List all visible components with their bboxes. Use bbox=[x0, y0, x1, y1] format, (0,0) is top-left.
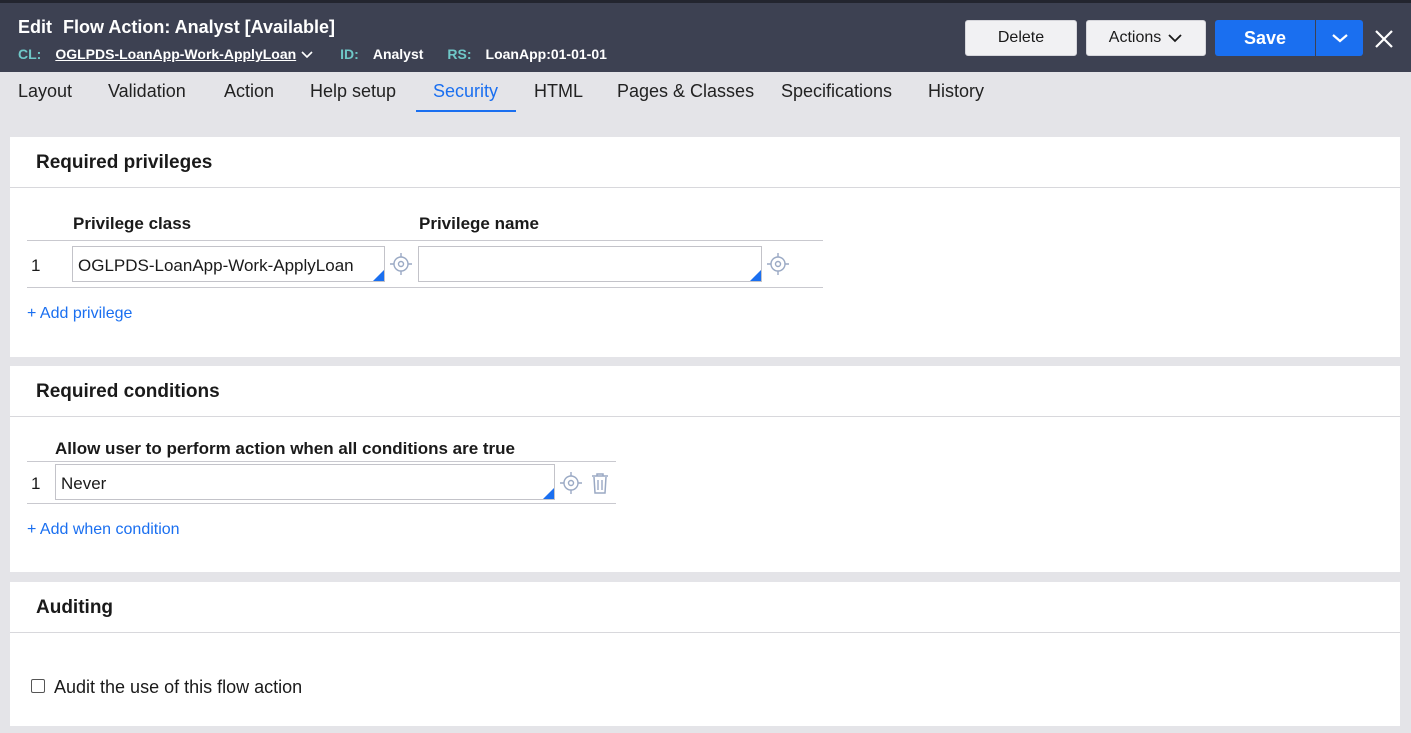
target-icon[interactable] bbox=[766, 252, 790, 276]
delete-label: Delete bbox=[997, 29, 1045, 46]
id-key: ID: bbox=[340, 46, 359, 62]
save-label: Save bbox=[1243, 27, 1287, 48]
target-icon[interactable] bbox=[559, 471, 583, 495]
when-condition-field[interactable]: Never bbox=[55, 464, 555, 500]
required-privileges-section: Required privileges Privilege class Priv… bbox=[10, 137, 1400, 357]
close-icon[interactable] bbox=[1372, 27, 1396, 51]
tab-help-setup[interactable]: Help setup bbox=[310, 81, 396, 112]
section-title: Required privileges bbox=[36, 152, 213, 173]
row-number: 1 bbox=[31, 474, 41, 493]
smart-prompt-corner bbox=[373, 270, 384, 281]
trash-icon[interactable] bbox=[588, 471, 612, 495]
smart-prompt-corner bbox=[543, 488, 554, 499]
required-conditions-section: Required conditions Allow user to perfor… bbox=[10, 366, 1400, 572]
table-header-rule bbox=[27, 240, 823, 241]
rule-title-text: Flow Action: Analyst [Available] bbox=[63, 17, 336, 37]
privilege-class-field[interactable]: OGLPDS-LoanApp-Work-ApplyLoan bbox=[72, 246, 385, 282]
privilege-name-header: Privilege name bbox=[419, 214, 540, 233]
delete-button[interactable]: Delete bbox=[965, 20, 1077, 56]
section-divider bbox=[10, 632, 1400, 633]
section-divider bbox=[10, 187, 1400, 188]
rs-value: LoanApp:01-01-01 bbox=[485, 46, 607, 62]
tab-specifications[interactable]: Specifications bbox=[781, 81, 892, 112]
tab-security[interactable]: Security bbox=[433, 81, 498, 112]
section-divider bbox=[10, 416, 1400, 417]
tab-layout[interactable]: Layout bbox=[18, 81, 72, 112]
privilege-class-header: Privilege class bbox=[73, 214, 192, 233]
tab-action[interactable]: Action bbox=[224, 81, 274, 112]
auditing-section: Auditing Audit the use of this flow acti… bbox=[10, 582, 1400, 726]
rs-key: RS: bbox=[447, 46, 472, 62]
rule-meta: CL: OGLPDS-LoanApp-Work-ApplyLoan ID: An… bbox=[18, 46, 631, 62]
table-header-rule bbox=[27, 461, 616, 462]
privilege-name-field[interactable] bbox=[418, 246, 762, 282]
target-icon[interactable] bbox=[389, 252, 413, 276]
cl-link[interactable]: OGLPDS-LoanApp-Work-ApplyLoan bbox=[55, 46, 296, 62]
tab-html[interactable]: HTML bbox=[534, 81, 583, 112]
tab-validation[interactable]: Validation bbox=[108, 81, 186, 112]
active-tab-indicator bbox=[416, 110, 516, 112]
edit-label: Edit bbox=[18, 17, 52, 37]
row-number: 1 bbox=[31, 256, 41, 275]
section-title: Auditing bbox=[36, 597, 114, 618]
actions-button[interactable]: Actions bbox=[1086, 20, 1206, 56]
smart-prompt-corner bbox=[750, 270, 761, 281]
when-condition-value: Never bbox=[61, 474, 107, 493]
table-row-rule bbox=[27, 503, 616, 504]
audit-checkbox-label: Audit the use of this flow action bbox=[54, 677, 303, 697]
cl-key: CL: bbox=[18, 46, 42, 62]
rule-header: Edit Flow Action: Analyst [Available] CL… bbox=[0, 0, 1411, 72]
tab-pages-classes[interactable]: Pages & Classes bbox=[617, 81, 754, 112]
privilege-class-value: OGLPDS-LoanApp-Work-ApplyLoan bbox=[78, 256, 354, 275]
add-when-condition-link[interactable]: + Add when condition bbox=[27, 521, 180, 539]
chevron-down-icon bbox=[1168, 34, 1182, 43]
save-button[interactable]: Save bbox=[1215, 20, 1315, 56]
id-value: Analyst bbox=[372, 46, 424, 62]
tab-bar: Layout Validation Action Help setup Secu… bbox=[0, 72, 1411, 120]
rule-title: Edit Flow Action: Analyst [Available] bbox=[18, 17, 335, 38]
tab-history[interactable]: History bbox=[928, 81, 984, 112]
audit-checkbox[interactable] bbox=[31, 679, 45, 693]
table-row-rule bbox=[27, 287, 823, 288]
save-menu-button[interactable] bbox=[1316, 20, 1363, 56]
actions-label: Actions bbox=[1108, 29, 1162, 46]
add-privilege-link[interactable]: + Add privilege bbox=[27, 305, 132, 323]
chevron-down-icon[interactable] bbox=[300, 47, 314, 61]
conditions-column-header: Allow user to perform action when all co… bbox=[55, 439, 516, 458]
chevron-down-icon bbox=[1331, 34, 1348, 43]
section-title: Required conditions bbox=[36, 381, 220, 402]
